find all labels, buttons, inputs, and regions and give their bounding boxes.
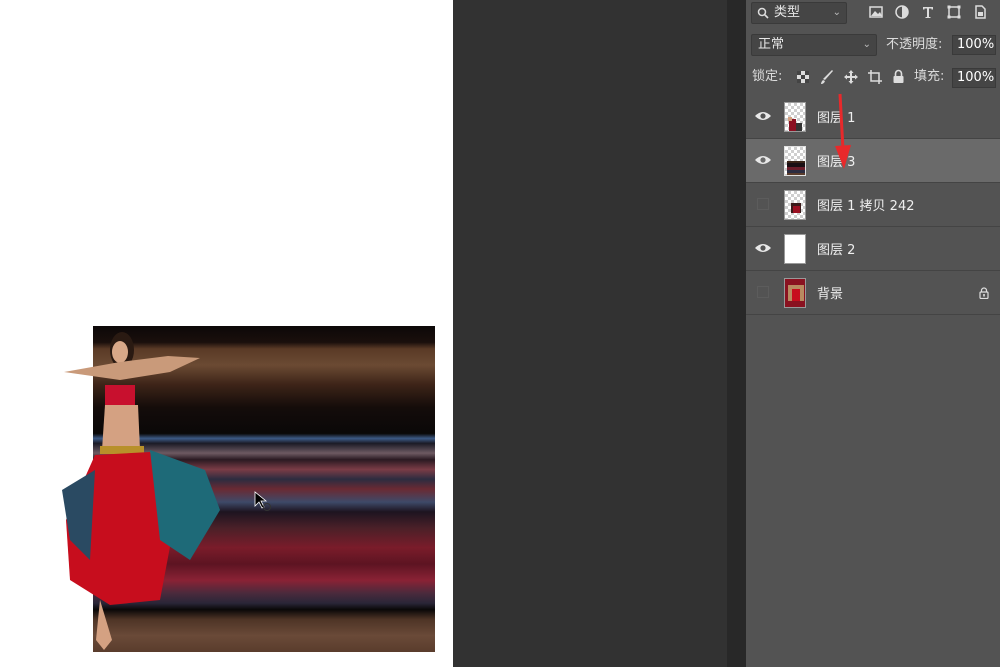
- filter-kind-label: 类型: [774, 5, 801, 20]
- layer-thumbnail: [784, 278, 806, 308]
- layer-name[interactable]: 图层 2: [817, 239, 855, 258]
- lock-icon: [979, 287, 989, 299]
- adjustment-filter-icon[interactable]: [894, 4, 910, 20]
- eye-icon[interactable]: [754, 109, 772, 123]
- pasteboard: [453, 0, 727, 667]
- layer-row-3[interactable]: 图层 3: [746, 139, 1000, 183]
- chevron-down-icon: ⌄: [862, 39, 871, 50]
- layers-panel: 类型 ⌄ 正常 ⌄ 不透明度: 100% 锁定: 填充: 100% 图层 1 图…: [746, 0, 1000, 667]
- blend-mode-dropdown[interactable]: 正常 ⌄: [751, 34, 877, 56]
- chevron-down-icon: ⌄: [832, 7, 841, 18]
- shape-filter-icon[interactable]: [946, 4, 962, 20]
- lock-artboard-icon[interactable]: [867, 69, 883, 85]
- blend-mode-label: 正常: [758, 37, 785, 52]
- fill-input[interactable]: 100%: [952, 68, 996, 88]
- smart-object-filter-icon[interactable]: [972, 4, 988, 20]
- layer-thumbnail: [784, 102, 806, 132]
- layer-row-1-copy-242[interactable]: 图层 1 拷贝 242: [746, 183, 1000, 227]
- layer-row-background[interactable]: 背景: [746, 271, 1000, 315]
- opacity-label: 不透明度:: [886, 37, 943, 52]
- lock-move-icon[interactable]: [843, 69, 859, 85]
- lock-row: 锁定: 填充: 100%: [746, 62, 1000, 92]
- visibility-toggle[interactable]: [757, 286, 769, 298]
- blend-row: 正常 ⌄ 不透明度: 100%: [746, 30, 1000, 60]
- layer-name[interactable]: 图层 1 拷贝 242: [817, 195, 914, 214]
- layer-thumbnail: [784, 190, 806, 220]
- layer-thumbnail: [784, 146, 806, 176]
- layer-name[interactable]: 背景: [817, 283, 843, 302]
- eye-icon[interactable]: [754, 153, 772, 167]
- search-icon: [757, 7, 769, 19]
- opacity-input[interactable]: 100%: [952, 35, 996, 55]
- lock-paint-icon[interactable]: [820, 69, 834, 85]
- annotation-arrow: [835, 93, 851, 169]
- fill-label: 填充:: [914, 69, 945, 84]
- artwork: [62, 326, 435, 652]
- lock-label: 锁定:: [752, 69, 783, 84]
- type-filter-icon[interactable]: [920, 4, 936, 20]
- panel-divider[interactable]: [727, 0, 746, 667]
- lock-all-icon[interactable]: [892, 69, 905, 84]
- layer-thumbnail: [784, 234, 806, 264]
- eye-icon[interactable]: [754, 241, 772, 255]
- filter-kind-dropdown[interactable]: 类型 ⌄: [751, 2, 847, 24]
- document-canvas[interactable]: [0, 0, 453, 667]
- layer-list: 图层 1 图层 3 图层 1 拷贝 242 图层 2 背景: [746, 95, 1000, 325]
- filter-row: 类型 ⌄: [746, 0, 1000, 28]
- layer-row-2[interactable]: 图层 2: [746, 227, 1000, 271]
- lock-transparent-icon[interactable]: [796, 70, 810, 84]
- visibility-toggle[interactable]: [757, 198, 769, 210]
- layer-row-1[interactable]: 图层 1: [746, 95, 1000, 139]
- image-filter-icon[interactable]: [868, 4, 884, 20]
